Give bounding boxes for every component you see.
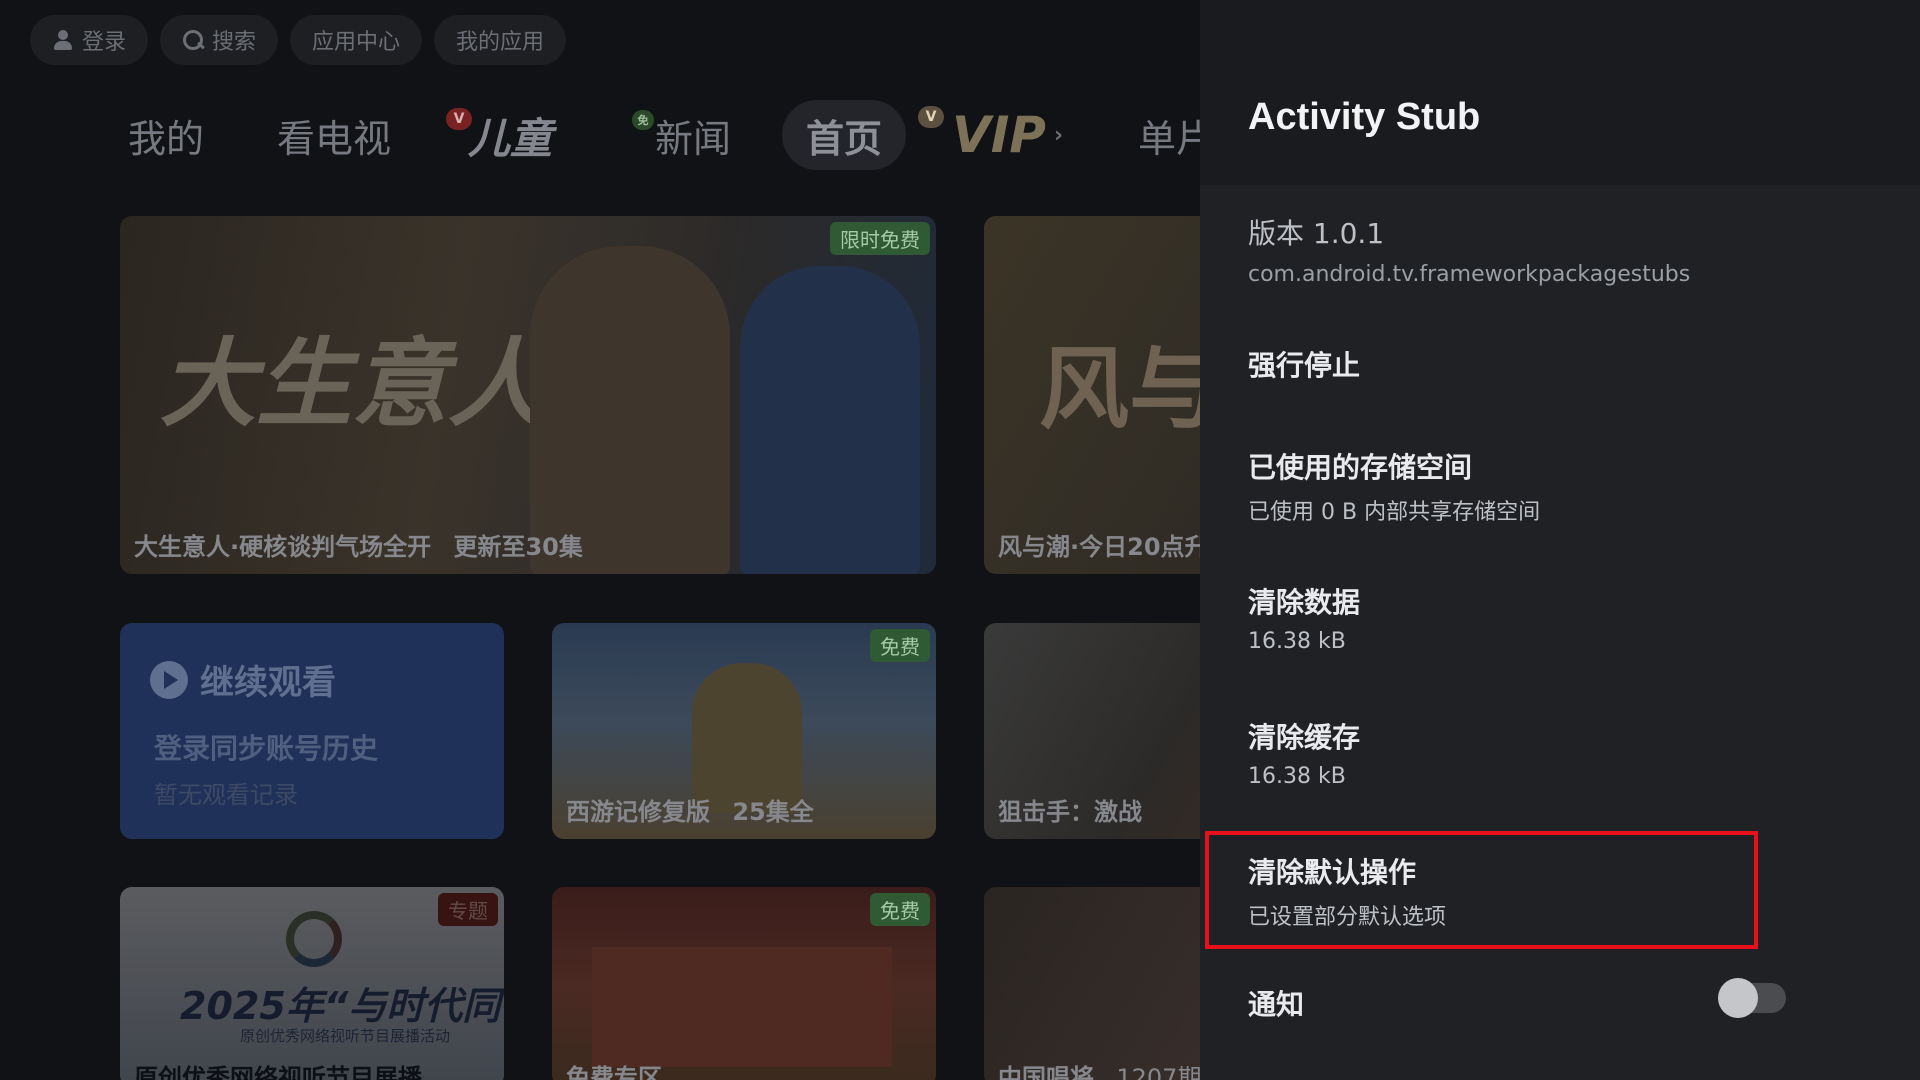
- tab-kids-label: 儿童: [468, 113, 553, 163]
- storage-used-desc: 已使用 0 B 内部共享存储空间: [1248, 500, 1541, 525]
- card-caption-sub: 1207期: [1116, 1064, 1202, 1080]
- notifications-label: 通知: [1248, 988, 1305, 1021]
- continue-watching-title: 继续观看: [200, 663, 336, 703]
- promo-art-subtitle: 原创优秀网络视听节目展播活动: [240, 1027, 451, 1045]
- panel-header: Activity Stub: [1200, 0, 1920, 185]
- chevron-right-icon: ›: [1053, 122, 1064, 148]
- tab-home[interactable]: 首页: [782, 100, 907, 170]
- tab-vip[interactable]: VIP ›: [952, 100, 1063, 170]
- user-icon: [52, 29, 74, 51]
- tab-kids[interactable]: 儿童: [468, 100, 552, 170]
- card-caption-title: 大生意人·硬核谈判气场全开: [134, 533, 432, 561]
- tab-mine[interactable]: 我的: [128, 100, 204, 170]
- free-tag: 免费: [870, 893, 930, 926]
- no-history-text: 暂无观看记录: [154, 781, 298, 809]
- kids-vip-badge: V: [446, 108, 472, 130]
- force-stop-item[interactable]: 强行停止: [1200, 344, 1920, 384]
- hero-card-da-sheng-yi-ren[interactable]: 大生意人 限时免费 大生意人·硬核谈判气场全开 更新至30集: [120, 216, 936, 574]
- card-caption: 风与潮·今日20点升: [998, 533, 1209, 561]
- card-caption-title: 中国唱将: [998, 1064, 1094, 1080]
- page-title: Activity Stub: [1248, 96, 1481, 138]
- card-caption: 狙击手：激战: [998, 798, 1142, 826]
- force-stop-label: 强行停止: [1248, 349, 1361, 382]
- toggle-knob: [1718, 978, 1758, 1018]
- monkey-king-silhouette: [692, 663, 802, 813]
- limited-free-tag: 限时免费: [830, 222, 930, 255]
- launcher-top-bar: 登录 搜索 应用中心 我的应用: [30, 15, 567, 65]
- hero-art-title: 大生意人: [160, 328, 544, 440]
- card-caption: 西游记修复版 25集全: [566, 792, 814, 827]
- search-label: 搜索: [212, 30, 257, 55]
- card-xiyouji[interactable]: 免费 西游记修复版 25集全: [552, 623, 936, 839]
- notifications-item[interactable]: 通知: [1200, 978, 1920, 1021]
- my-apps-label: 我的应用: [456, 30, 545, 55]
- clear-cache-item[interactable]: 清除缓存 16.38 kB: [1200, 716, 1920, 789]
- app-info-block: 版本 1.0.1 com.android.tv.frameworkpackage…: [1248, 212, 1690, 287]
- promo-art-title: 2025年“与时代同行”: [180, 984, 504, 1028]
- tab-news[interactable]: 新闻: [655, 100, 731, 170]
- clear-data-item[interactable]: 清除数据 16.38 kB: [1200, 581, 1920, 654]
- app-center-button[interactable]: 应用中心: [290, 15, 423, 65]
- clear-data-label: 清除数据: [1248, 586, 1361, 619]
- login-sync-text: 登录同步账号历史: [154, 732, 379, 765]
- app-center-label: 应用中心: [312, 30, 401, 55]
- search-button[interactable]: 搜索: [160, 15, 279, 65]
- actor-silhouette: [740, 266, 920, 574]
- card-caption: 大生意人·硬核谈判气场全开 更新至30集: [134, 527, 583, 562]
- app-package-name: com.android.tv.frameworkpackagestubs: [1248, 262, 1691, 287]
- event-logo-icon: [286, 911, 342, 967]
- card-caption-sub: 更新至30集: [453, 533, 583, 561]
- storage-used-item[interactable]: 已使用的存储空间 已使用 0 B 内部共享存储空间: [1200, 446, 1920, 526]
- search-icon: [182, 29, 204, 51]
- launcher-nav-tabs: 我的 看电视 儿童 V 新闻 免 首页 VIP › V 单片: [0, 100, 1214, 170]
- notifications-toggle[interactable]: [1718, 978, 1786, 1018]
- focus-highlight-outline: [1205, 831, 1758, 949]
- hero-art-title: 风与: [1039, 337, 1219, 442]
- card-caption-sub: 25集全: [732, 798, 814, 826]
- news-free-badge: 免: [632, 110, 654, 130]
- storage-used-label: 已使用的存储空间: [1248, 451, 1473, 484]
- continue-watching-header: 继续观看: [150, 655, 336, 704]
- app-version: 版本 1.0.1: [1248, 217, 1385, 250]
- tab-vip-label: VIP: [952, 106, 1046, 164]
- clear-data-size: 16.38 kB: [1248, 629, 1346, 654]
- actor-silhouette: [530, 246, 730, 574]
- clear-cache-size: 16.38 kB: [1248, 764, 1346, 789]
- play-icon: [150, 660, 188, 699]
- tab-tv[interactable]: 看电视: [277, 100, 391, 170]
- clear-cache-label: 清除缓存: [1248, 721, 1361, 754]
- palace-silhouette: [592, 947, 892, 1067]
- login-label: 登录: [82, 30, 127, 55]
- card-caption-title: 西游记修复版: [566, 798, 710, 826]
- my-apps-button[interactable]: 我的应用: [434, 15, 567, 65]
- card-promo-2025[interactable]: 2025年“与时代同行” 原创优秀网络视听节目展播活动 专题 原创优秀网络视听节…: [120, 887, 504, 1080]
- card-caption: 原创优秀网络视听节目展播: [134, 1064, 422, 1080]
- topic-tag: 专题: [438, 893, 498, 926]
- card-caption: 中国唱将 1207期: [998, 1058, 1201, 1080]
- vip-badge: V: [918, 106, 944, 128]
- card-caption: 免费专区: [566, 1064, 662, 1080]
- continue-watching-card[interactable]: 继续观看 登录同步账号历史 暂无观看记录: [120, 623, 504, 839]
- login-button[interactable]: 登录: [30, 15, 149, 65]
- free-tag: 免费: [870, 629, 930, 662]
- card-free-zone[interactable]: 免费 免费专区: [552, 887, 936, 1080]
